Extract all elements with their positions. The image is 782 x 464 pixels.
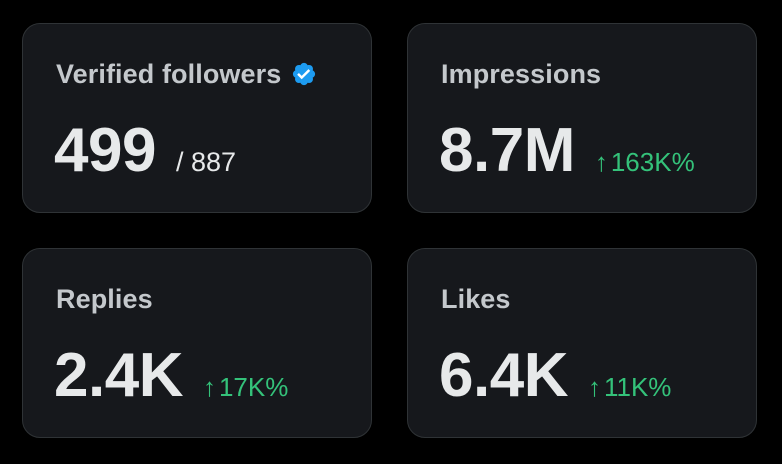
card-header: Replies xyxy=(56,282,153,316)
verified-badge-icon xyxy=(291,61,317,87)
card-header: Impressions xyxy=(441,57,601,91)
impressions-count: 8.7M xyxy=(439,116,575,185)
followers-total: / 887 xyxy=(175,147,237,177)
card-value-row: 499 / 887 xyxy=(54,116,236,186)
stats-grid: Verified followers 499 / 887 Impressions… xyxy=(0,0,782,464)
delta-value: 11K% xyxy=(603,372,672,402)
card-title: Impressions xyxy=(441,58,602,89)
arrow-up-icon: ↑ xyxy=(202,372,216,402)
card-value-row: 6.4K ↑ 11K% xyxy=(439,341,671,411)
card-header: Verified followers xyxy=(56,57,317,91)
verified-followers-card[interactable]: Verified followers 499 / 887 xyxy=(22,23,372,213)
card-title: Likes xyxy=(441,283,511,314)
replies-delta: ↑ 17K% xyxy=(203,372,288,403)
card-header: Likes xyxy=(441,282,511,316)
replies-card[interactable]: Replies 2.4K ↑ 17K% xyxy=(22,248,372,438)
arrow-up-icon: ↑ xyxy=(587,372,601,402)
arrow-up-icon: ↑ xyxy=(594,147,608,177)
card-value-row: 2.4K ↑ 17K% xyxy=(54,341,288,411)
card-title: Verified followers xyxy=(56,58,282,89)
replies-count: 2.4K xyxy=(54,341,183,410)
likes-delta: ↑ 11K% xyxy=(588,372,671,403)
delta-value: 163K% xyxy=(610,147,695,177)
verified-followers-count: 499 xyxy=(54,116,156,185)
card-value-row: 8.7M ↑ 163K% xyxy=(439,116,695,186)
delta-value: 17K% xyxy=(218,372,289,402)
likes-count: 6.4K xyxy=(439,341,568,410)
card-title: Replies xyxy=(56,283,153,314)
impressions-card[interactable]: Impressions 8.7M ↑ 163K% xyxy=(407,23,757,213)
impressions-delta: ↑ 163K% xyxy=(595,147,695,178)
likes-card[interactable]: Likes 6.4K ↑ 11K% xyxy=(407,248,757,438)
